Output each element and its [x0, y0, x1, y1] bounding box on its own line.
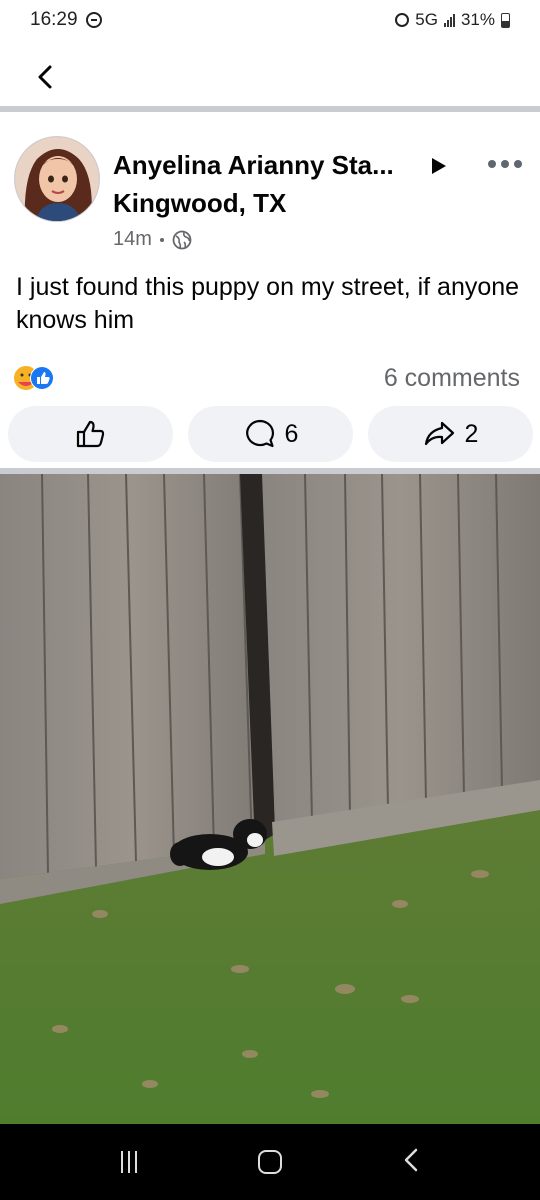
battery-percent: 31% — [460, 10, 495, 29]
reactions-row: 6 comments — [0, 360, 540, 400]
chevron-left-icon — [38, 65, 52, 89]
share-arrow-icon — [424, 421, 454, 446]
network-type: 5G — [415, 10, 438, 29]
thumbs-up-icon — [76, 420, 104, 448]
recent-apps-icon[interactable] — [120, 1151, 137, 1173]
back-button[interactable] — [30, 62, 60, 92]
dot-separator — [159, 237, 164, 242]
author-location[interactable]: Kingwood, TX — [113, 188, 286, 219]
share-count: 2 — [464, 419, 479, 448]
top-nav — [0, 40, 540, 112]
post-card: Anyelina Arianny Sta... Kingwood, TX 14m… — [0, 118, 540, 474]
status-bar: 16:29 5G 31% — [0, 0, 540, 40]
post-text: I just found this puppy on my street, if… — [16, 273, 520, 334]
sync-icon — [85, 12, 102, 28]
timestamp[interactable]: 14m — [113, 228, 152, 251]
globe-icon — [172, 230, 192, 249]
share-button[interactable]: 2 — [368, 406, 533, 462]
reaction-icons[interactable] — [12, 364, 68, 392]
system-nav-bar — [0, 1124, 540, 1200]
like-button[interactable] — [8, 406, 173, 462]
post-header: Anyelina Arianny Sta... Kingwood, TX 14m — [0, 118, 540, 251]
post-photo[interactable] — [0, 474, 540, 1124]
author-name[interactable]: Anyelina Arianny Sta... — [113, 150, 394, 181]
battery-icon — [501, 12, 510, 28]
comment-button[interactable]: 6 — [188, 406, 353, 462]
signal-icon — [443, 13, 455, 27]
comment-count: 6 — [284, 419, 299, 448]
timestamp-row: 14m — [113, 228, 192, 251]
comments-count[interactable]: 6 comments — [384, 364, 520, 393]
action-row: 6 2 — [0, 406, 540, 464]
home-icon[interactable] — [257, 1150, 282, 1174]
system-back-icon[interactable] — [403, 1147, 419, 1178]
avatar[interactable] — [14, 136, 100, 222]
more-dots-icon[interactable] — [488, 160, 522, 168]
comment-bubble-icon — [245, 419, 274, 448]
status-time: 16:29 — [30, 9, 78, 30]
alarm-icon — [395, 13, 410, 27]
play-icon[interactable] — [432, 158, 446, 174]
